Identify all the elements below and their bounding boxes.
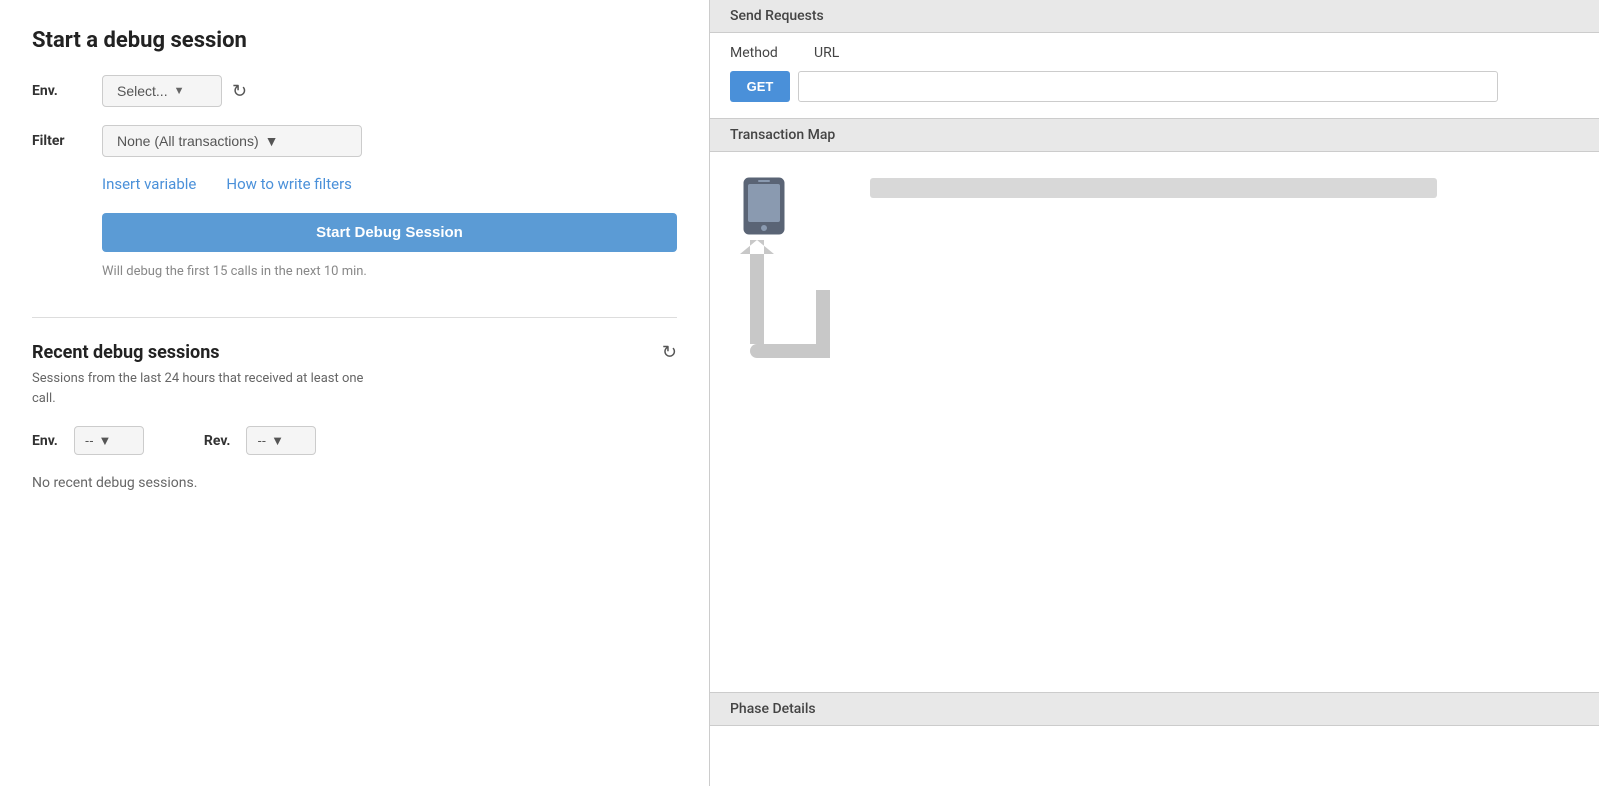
recent-sessions-header: Recent debug sessions ↻ <box>32 342 677 363</box>
transaction-bar <box>870 178 1437 198</box>
rev-filter-select[interactable]: -- ▼ <box>246 426 316 455</box>
send-requests-body: Method URL GET <box>710 33 1599 119</box>
section-divider <box>32 317 677 318</box>
chevron-down-icon: ▼ <box>265 133 279 149</box>
chevron-down-icon: ▼ <box>271 433 284 448</box>
page-title: Start a debug session <box>32 28 677 53</box>
start-debug-session-button[interactable]: Start Debug Session <box>102 213 677 252</box>
filter-select[interactable]: None (All transactions) ▼ <box>102 125 362 157</box>
rev-filter-value: -- <box>257 433 266 448</box>
phase-details-header: Phase Details <box>710 693 1599 726</box>
phase-details-section: Phase Details <box>710 693 1599 786</box>
transaction-bar-area <box>870 178 1579 198</box>
recent-refresh-icon[interactable]: ↻ <box>662 342 677 363</box>
env-select-wrapper: Select... ▼ ↻ <box>102 75 247 107</box>
transaction-map-section: Transaction Map <box>710 119 1599 693</box>
no-sessions-text: No recent debug sessions. <box>32 475 677 491</box>
env-filter-label: Env. <box>32 433 58 449</box>
links-row: Insert variable How to write filters <box>102 175 677 193</box>
env-label: Env. <box>32 83 102 99</box>
filter-row: Filter None (All transactions) ▼ <box>32 125 677 157</box>
transaction-map-header: Transaction Map <box>710 119 1599 152</box>
url-input[interactable] <box>798 71 1498 102</box>
left-panel: Start a debug session Env. Select... ▼ ↻… <box>0 0 710 786</box>
phase-details-body <box>710 726 1599 786</box>
transaction-diagram <box>730 176 850 376</box>
send-requests-section: Send Requests Method URL GET <box>710 0 1599 119</box>
filter-label: Filter <box>32 133 102 149</box>
sessions-filter-row: Env. -- ▼ Rev. -- ▼ <box>32 426 677 455</box>
get-method-button[interactable]: GET <box>730 71 790 102</box>
transaction-arrow <box>730 240 840 390</box>
env-filter-value: -- <box>85 433 94 448</box>
method-url-headers: Method URL <box>730 45 1579 61</box>
env-filter-group: Env. -- ▼ <box>32 426 144 455</box>
insert-variable-link[interactable]: Insert variable <box>102 175 196 193</box>
send-requests-header: Send Requests <box>710 0 1599 33</box>
transaction-map-body <box>710 152 1599 693</box>
rev-filter-group: Rev. -- ▼ <box>204 426 317 455</box>
url-col-header: URL <box>814 45 839 61</box>
env-select-value: Select... <box>117 83 168 99</box>
recent-sessions-title: Recent debug sessions <box>32 342 220 363</box>
method-url-inputs: GET <box>730 71 1579 102</box>
refresh-icon[interactable]: ↻ <box>232 81 247 102</box>
env-filter-select[interactable]: -- ▼ <box>74 426 144 455</box>
phone-icon <box>740 176 788 248</box>
recent-sessions-desc: Sessions from the last 24 hours that rec… <box>32 369 677 408</box>
env-select[interactable]: Select... ▼ <box>102 75 222 107</box>
filter-select-value: None (All transactions) <box>117 133 259 149</box>
method-col-header: Method <box>730 45 806 61</box>
chevron-down-icon: ▼ <box>174 85 185 97</box>
debug-helper-text: Will debug the first 15 calls in the nex… <box>102 264 677 279</box>
right-panel: Send Requests Method URL GET Transaction… <box>710 0 1599 786</box>
env-row: Env. Select... ▼ ↻ <box>32 75 677 107</box>
how-to-write-filters-link[interactable]: How to write filters <box>226 175 352 193</box>
chevron-down-icon: ▼ <box>99 433 112 448</box>
rev-filter-label: Rev. <box>204 433 231 449</box>
